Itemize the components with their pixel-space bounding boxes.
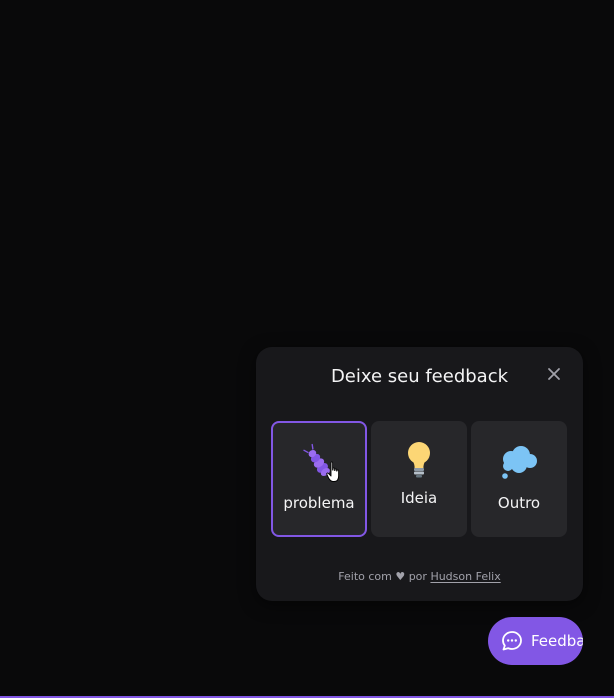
feedback-type-options: problema Ideia Outro	[271, 421, 569, 537]
feedback-button-label: Feedback	[531, 632, 583, 650]
feedback-button[interactable]: Feedback	[488, 617, 583, 665]
option-label-outro: Outro	[497, 494, 541, 512]
widget-title: Deixe seu feedback	[330, 366, 509, 387]
option-ideia[interactable]: Ideia	[371, 421, 467, 537]
thought-cloud-icon	[473, 445, 565, 485]
author-link[interactable]: Hudson Felix	[430, 570, 500, 583]
option-label-problema: problema	[283, 494, 355, 512]
chat-bubble-icon	[502, 631, 522, 651]
option-label-ideia: Ideia	[400, 489, 438, 507]
feedback-widget: Deixe seu feedback problema Ideia Outro …	[256, 347, 583, 601]
lightbulb-icon	[373, 441, 465, 483]
option-outro[interactable]: Outro	[471, 421, 567, 537]
bug-icon	[273, 443, 365, 487]
hand-pointer-icon	[326, 461, 342, 487]
page: Deixe seu feedback problema Ideia Outro …	[0, 0, 614, 698]
close-icon	[548, 368, 560, 380]
close-button[interactable]	[545, 365, 563, 383]
footer-credits: Feito com ♥ por Hudson Felix	[256, 569, 583, 585]
option-problema[interactable]: problema	[271, 421, 367, 537]
footer-prefix: Feito com ♥ por	[338, 570, 427, 583]
